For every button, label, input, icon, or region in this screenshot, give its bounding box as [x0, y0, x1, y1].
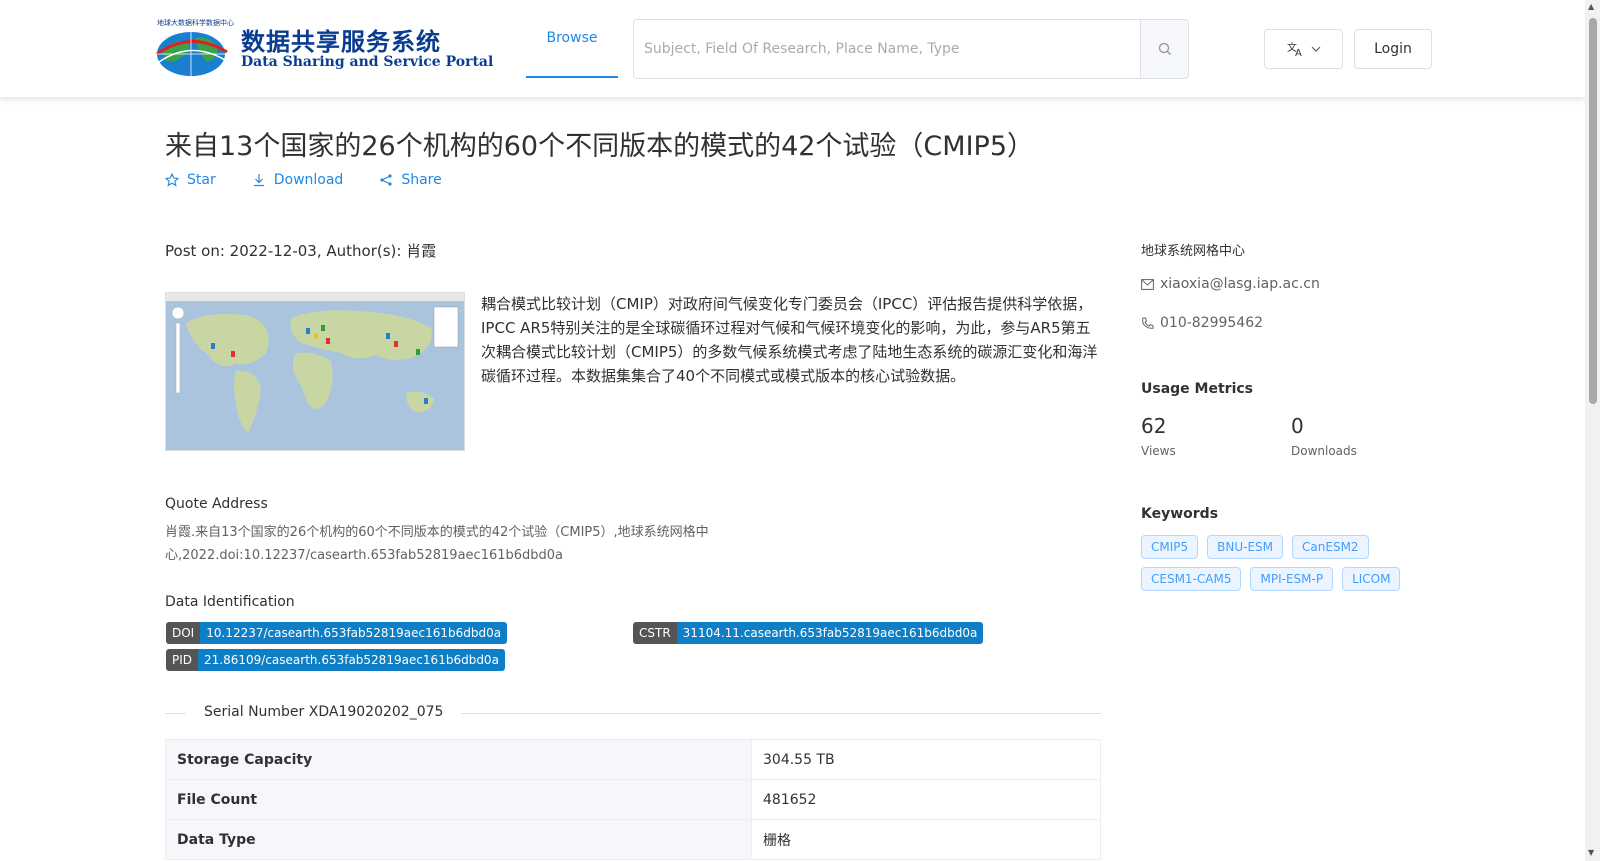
- scroll-down-arrow-icon[interactable]: ▼: [1588, 848, 1594, 857]
- download-label: Download: [273, 172, 344, 188]
- phone-text: 010-82995462: [1160, 315, 1264, 331]
- share-label: Share: [401, 172, 442, 188]
- data-identification-title: Data Identification: [165, 594, 295, 610]
- page-scrollbar[interactable]: ▲ ▼: [1585, 0, 1600, 861]
- logo-tiny-text: 地球大数据科学数据中心: [157, 19, 234, 27]
- search-button[interactable]: [1140, 20, 1188, 78]
- dataset-description: 耦合模式比较计划（CMIP）对政府间气候变化专门委员会（IPCC）评估报告提供科…: [481, 295, 1098, 385]
- keywords-title: Keywords: [1141, 506, 1219, 522]
- keyword-tag[interactable]: MPI-ESM-P: [1250, 567, 1334, 591]
- svg-text:A: A: [1295, 48, 1302, 57]
- usage-metrics-title: Usage Metrics: [1141, 381, 1253, 397]
- globe-logo-icon: [156, 32, 228, 76]
- chevron-down-icon: [1311, 46, 1320, 52]
- email-text: xiaoxia@lasg.iap.ac.cn: [1160, 276, 1320, 292]
- keyword-tag[interactable]: LICOM: [1342, 567, 1401, 591]
- pid-badge[interactable]: PID 21.86109/casearth.653fab52819aec161b…: [166, 649, 505, 671]
- doi-badge[interactable]: DOI 10.12237/casearth.653fab52819aec161b…: [166, 622, 508, 644]
- nav-browse-tab[interactable]: Browse: [526, 0, 618, 78]
- cstr-badge[interactable]: CSTR 31104.11.casearth.653fab52819aec161…: [633, 622, 984, 644]
- phone-icon: [1142, 317, 1154, 329]
- star-icon: [165, 173, 179, 187]
- contact-email[interactable]: xiaoxia@lasg.iap.ac.cn: [1141, 276, 1320, 292]
- download-icon: [253, 174, 264, 187]
- organization-name: 地球系统网格中心: [1141, 244, 1246, 259]
- serial-number: Serial Number XDA19020202_075: [186, 704, 462, 720]
- table-row: Data Type 栅格: [165, 819, 1101, 860]
- contact-phone[interactable]: 010-82995462: [1141, 315, 1263, 331]
- share-button[interactable]: Share: [379, 172, 442, 188]
- dataset-info-table: Storage Capacity 304.55 TB File Count 48…: [165, 739, 1101, 860]
- pid-badge-key: PID: [166, 649, 199, 671]
- mail-icon: [1141, 278, 1154, 290]
- info-label: Storage Capacity: [165, 739, 752, 780]
- search-input[interactable]: [634, 20, 1140, 78]
- downloads-label: Downloads: [1291, 444, 1357, 458]
- cstr-badge-key: CSTR: [633, 622, 677, 644]
- language-dropdown[interactable]: 文 A: [1264, 29, 1343, 69]
- quote-address-text: 肖霞.来自13个国家的26个机构的60个不同版本的模式的42个试验（CMIP5）…: [165, 525, 709, 563]
- doi-badge-value: 10.12237/casearth.653fab52819aec161b6dbd…: [200, 622, 508, 644]
- views-label: Views: [1141, 444, 1176, 458]
- keyword-tag[interactable]: CMIP5: [1141, 535, 1199, 559]
- keyword-tag[interactable]: CESM1-CAM5: [1141, 567, 1242, 591]
- keyword-tag[interactable]: BNU-ESM: [1207, 535, 1284, 559]
- keyword-tag[interactable]: CanESM2: [1292, 535, 1369, 559]
- post-info: Post on: 2022-12-03, Author(s): 肖霞: [165, 242, 437, 260]
- translate-icon: 文 A: [1287, 41, 1302, 57]
- info-value: 304.55 TB: [751, 739, 1101, 780]
- pid-badge-value: 21.86109/casearth.653fab52819aec161b6dbd…: [198, 649, 505, 671]
- keywords-list: CMIP5 BNU-ESM CanESM2 CESM1-CAM5 MPI-ESM…: [1141, 535, 1441, 591]
- portal-logo[interactable]: 地球大数据科学数据中心 数据共享服务系统 Data Sharing and Se…: [153, 18, 493, 78]
- scrollbar-thumb[interactable]: [1589, 18, 1597, 404]
- info-value: 481652: [751, 779, 1101, 820]
- downloads-metric: 0 Downloads: [1291, 414, 1357, 458]
- logo-title-cn: 数据共享服务系统: [241, 28, 441, 56]
- views-metric: 62 Views: [1141, 414, 1176, 458]
- downloads-count: 0: [1291, 414, 1304, 438]
- share-icon: [380, 174, 392, 186]
- search-icon: [1158, 42, 1171, 55]
- logo-title-en: Data Sharing and Service Portal: [241, 54, 494, 70]
- scroll-up-arrow-icon[interactable]: ▲: [1588, 2, 1594, 11]
- doi-badge-key: DOI: [166, 622, 201, 644]
- star-button[interactable]: Star: [165, 172, 216, 188]
- download-button[interactable]: Download: [252, 172, 344, 188]
- world-map-image: [166, 293, 464, 450]
- info-label: Data Type: [165, 819, 752, 860]
- info-value: 栅格: [751, 819, 1101, 860]
- table-row: Storage Capacity 304.55 TB: [165, 739, 1101, 780]
- page-title: 来自13个国家的26个机构的60个不同版本的模式的42个试验（CMIP5）: [165, 131, 1034, 162]
- login-button[interactable]: Login: [1354, 29, 1432, 69]
- search-box: [633, 19, 1189, 79]
- info-label: File Count: [165, 779, 752, 820]
- cstr-badge-value: 31104.11.casearth.653fab52819aec161b6dbd…: [676, 622, 984, 644]
- dataset-actions: Star Download Share: [165, 172, 442, 188]
- dataset-thumbnail-map[interactable]: [165, 292, 465, 451]
- top-header: 地球大数据科学数据中心 数据共享服务系统 Data Sharing and Se…: [0, 0, 1585, 98]
- views-count: 62: [1141, 414, 1167, 438]
- table-row: File Count 481652: [165, 779, 1101, 820]
- quote-address-title: Quote Address: [165, 496, 268, 512]
- star-label: Star: [187, 172, 216, 188]
